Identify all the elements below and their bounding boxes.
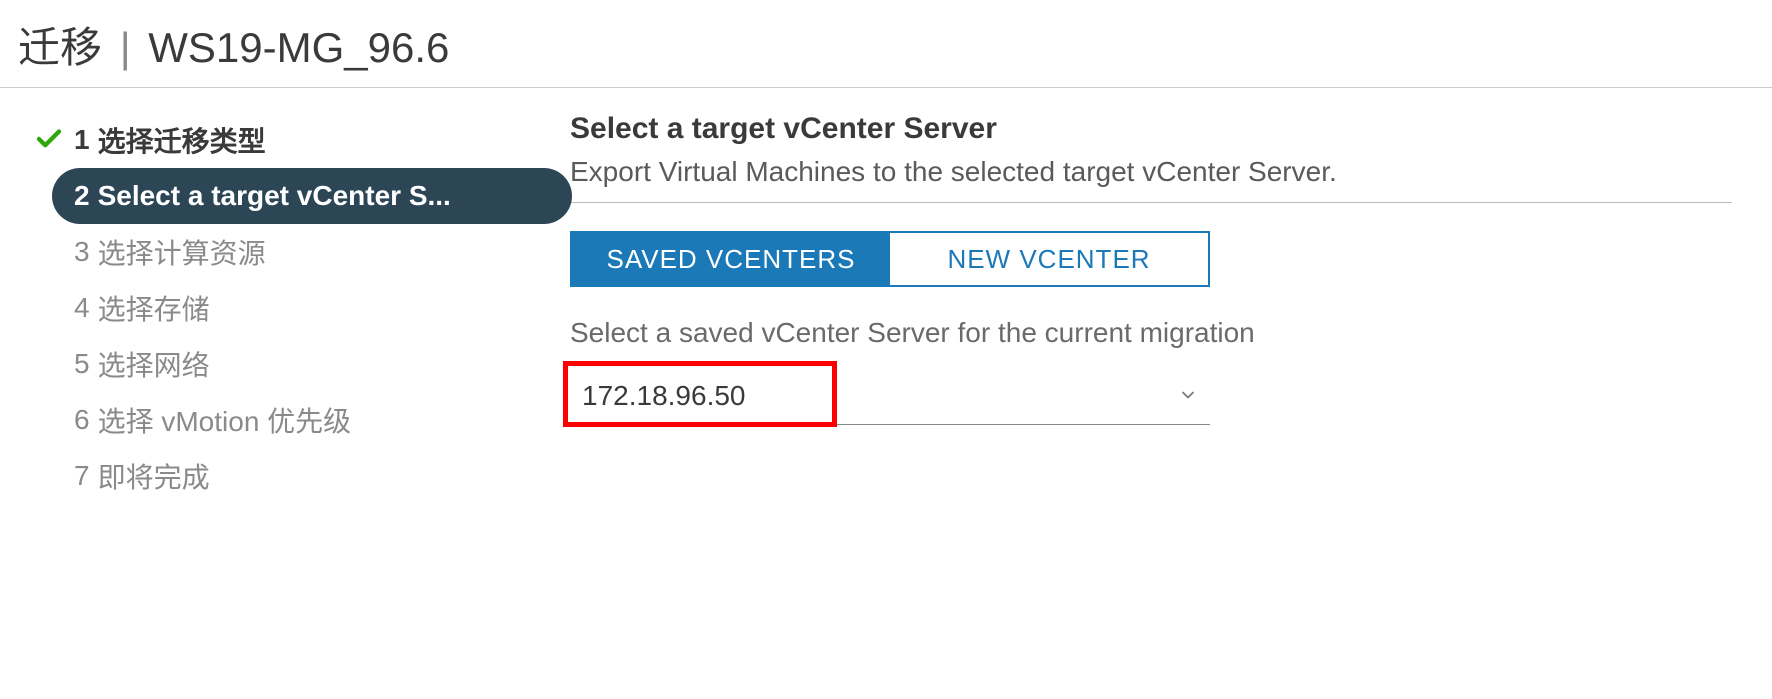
check-icon xyxy=(34,124,64,154)
step-number: 3 xyxy=(74,236,90,268)
wizard-step-4[interactable]: 4 选择存储 xyxy=(34,280,570,336)
step-number: 5 xyxy=(74,348,90,380)
step-label: 选择网络 xyxy=(98,344,210,384)
step-number: 6 xyxy=(74,404,90,436)
page-title: 迁移 | WS19-MG_96.6 xyxy=(0,0,1772,88)
dropdown-hint: Select a saved vCenter Server for the cu… xyxy=(570,317,1732,349)
wizard-step-2[interactable]: 2 Select a target vCenter S... xyxy=(52,168,572,224)
step-label: 选择 vMotion 优先级 xyxy=(98,400,352,440)
wizard-step-5[interactable]: 5 选择网络 xyxy=(34,336,570,392)
wizard-step-3[interactable]: 3 选择计算资源 xyxy=(34,224,570,280)
saved-vcenter-dropdown[interactable]: 172.18.96.50 xyxy=(570,367,1210,425)
title-prefix: 迁移 xyxy=(18,24,102,71)
step-label: 选择存储 xyxy=(98,288,210,328)
wizard-step-7[interactable]: 7 即将完成 xyxy=(34,448,570,504)
step-label: 选择迁移类型 xyxy=(98,120,266,160)
dropdown-value: 172.18.96.50 xyxy=(582,380,746,412)
step-label: 选择计算资源 xyxy=(98,232,266,272)
tab-new-vcenter[interactable]: NEW VCENTER xyxy=(890,233,1208,285)
wizard-step-1[interactable]: 1 选择迁移类型 xyxy=(34,112,570,168)
step-number: 4 xyxy=(74,292,90,324)
panel-heading: Select a target vCenter Server xyxy=(570,112,1732,146)
tab-saved-vcenters[interactable]: SAVED VCENTERS xyxy=(572,233,890,285)
title-separator: | xyxy=(120,24,131,71)
step-number: 2 xyxy=(74,180,90,212)
chevron-down-icon xyxy=(1178,380,1198,412)
wizard-step-6[interactable]: 6 选择 vMotion 优先级 xyxy=(34,392,570,448)
vcenter-tabs: SAVED VCENTERS NEW VCENTER xyxy=(570,231,1210,287)
step-label: 即将完成 xyxy=(98,456,210,496)
wizard-steps: 1 选择迁移类型 2 Select a target vCenter S... … xyxy=(0,112,570,504)
step-number: 1 xyxy=(74,124,90,156)
panel-description: Export Virtual Machines to the selected … xyxy=(570,156,1732,203)
step-number: 7 xyxy=(74,460,90,492)
main-panel: Select a target vCenter Server Export Vi… xyxy=(570,112,1772,504)
title-vm-name: WS19-MG_96.6 xyxy=(148,24,449,71)
step-label: Select a target vCenter S... xyxy=(98,180,451,212)
